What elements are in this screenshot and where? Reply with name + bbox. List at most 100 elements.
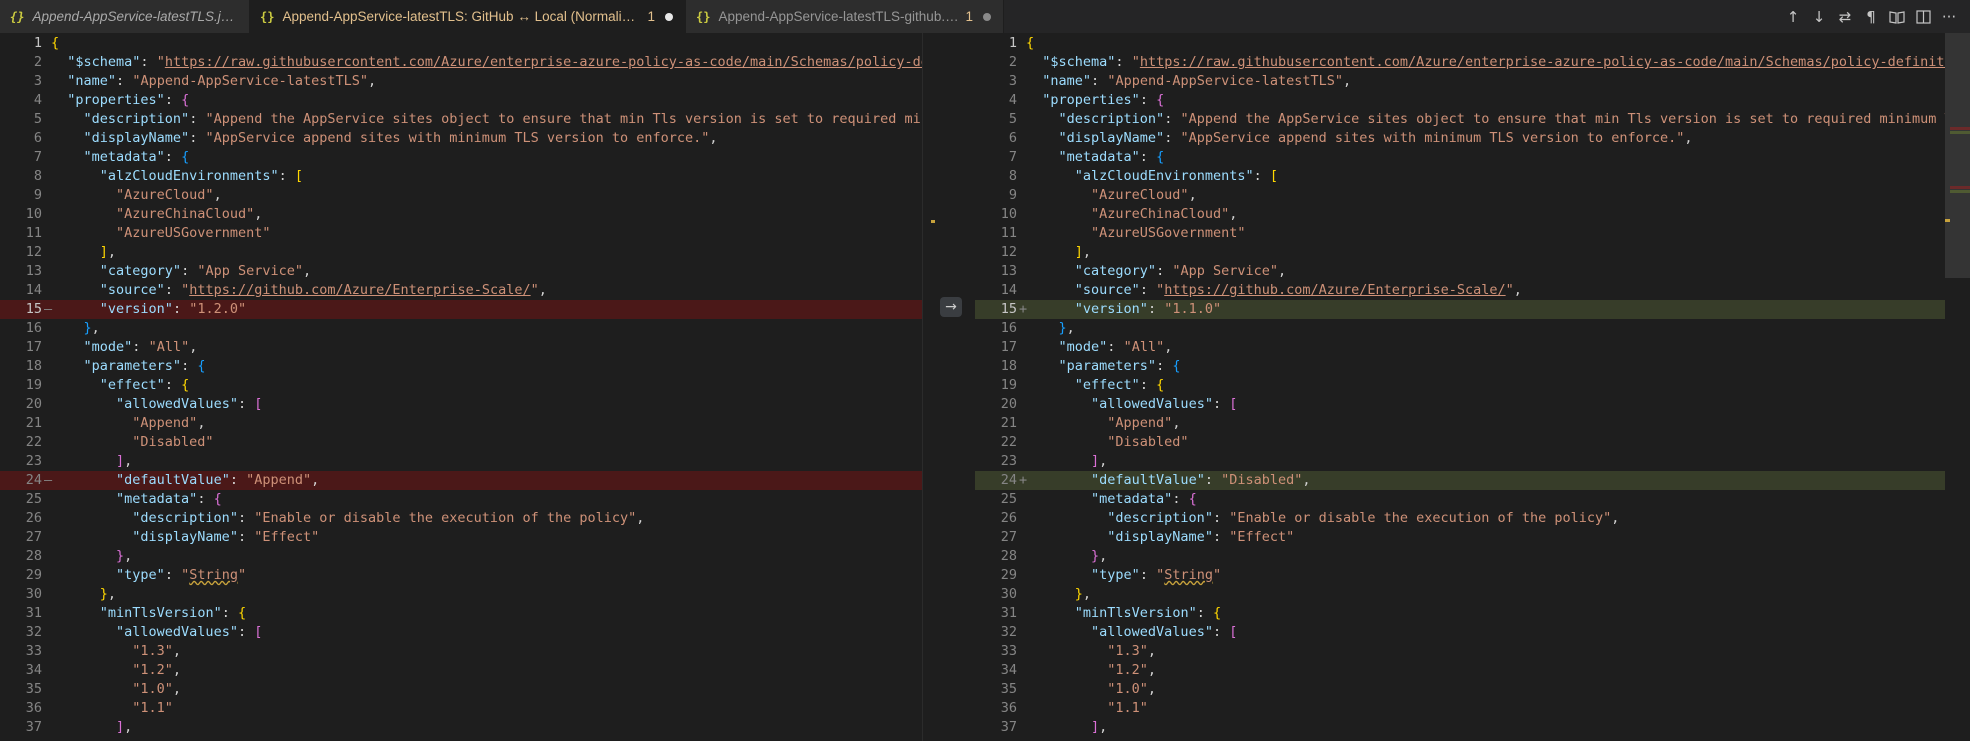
code-line[interactable]: 30 }, bbox=[975, 585, 1945, 604]
code-line[interactable]: 4 "properties": { bbox=[0, 91, 945, 110]
code-line[interactable]: 15 + "version": "1.1.0" bbox=[975, 300, 1945, 319]
code-line[interactable]: 20 "allowedValues": [ bbox=[975, 395, 1945, 414]
code-line[interactable]: 18 "parameters": { bbox=[975, 357, 1945, 376]
toggle-whitespace-icon[interactable]: ¶ bbox=[1858, 0, 1884, 33]
code-line[interactable]: 25 "metadata": { bbox=[975, 490, 1945, 509]
code-line[interactable]: 30 }, bbox=[0, 585, 945, 604]
tab-local-file[interactable]: {} Append-AppService-latestTLS.json bbox=[0, 0, 250, 33]
code-line[interactable]: 9 "AzureCloud", bbox=[975, 186, 1945, 205]
modified-editor-pane[interactable]: 1{2 "$schema": "https://raw.githubuserco… bbox=[975, 33, 1945, 741]
revert-change-arrow-icon[interactable]: → bbox=[940, 297, 962, 317]
code-line[interactable]: 7 "metadata": { bbox=[0, 148, 945, 167]
unsaved-dot-icon[interactable] bbox=[665, 12, 673, 21]
line-number: 9 bbox=[33, 187, 42, 203]
code-line[interactable]: 9 "AzureCloud", bbox=[0, 186, 945, 205]
line-number: 31 bbox=[25, 605, 42, 621]
code-line[interactable]: 3 "name": "Append-AppService-latestTLS", bbox=[0, 72, 945, 91]
code-line[interactable]: 32 "allowedValues": [ bbox=[975, 623, 1945, 642]
code-line[interactable]: 37 ], bbox=[975, 718, 1945, 737]
code-line[interactable]: 21 "Append", bbox=[0, 414, 945, 433]
code-line[interactable]: 21 "Append", bbox=[975, 414, 1945, 433]
code-line[interactable]: 11 "AzureUSGovernment" bbox=[0, 224, 945, 243]
more-actions-icon[interactable]: ··· bbox=[1936, 0, 1962, 33]
code-line[interactable]: 36 "1.1" bbox=[975, 699, 1945, 718]
code-line[interactable]: 8 "alzCloudEnvironments": [ bbox=[975, 167, 1945, 186]
code-line[interactable]: 35 "1.0", bbox=[0, 680, 945, 699]
code-line[interactable]: 18 "parameters": { bbox=[0, 357, 945, 376]
code-line[interactable]: 35 "1.0", bbox=[975, 680, 1945, 699]
code-line[interactable]: 4 "properties": { bbox=[975, 91, 1945, 110]
split-editor-icon[interactable] bbox=[1910, 0, 1936, 33]
next-change-icon[interactable]: ↓ bbox=[1806, 0, 1832, 33]
code-line[interactable]: 31 "minTlsVersion": { bbox=[975, 604, 1945, 623]
code-line[interactable]: 23 ], bbox=[975, 452, 1945, 471]
code-line[interactable]: 6 "displayName": "AppService append site… bbox=[975, 129, 1945, 148]
code-line[interactable]: 34 "1.2", bbox=[975, 661, 1945, 680]
code-line[interactable]: 5 "description": "Append the AppService … bbox=[0, 110, 945, 129]
code-line[interactable]: 17 "mode": "All", bbox=[0, 338, 945, 357]
line-number: 34 bbox=[1000, 662, 1017, 678]
code-line[interactable]: 26 "description": "Enable or disable the… bbox=[975, 509, 1945, 528]
code-line[interactable]: 3 "name": "Append-AppService-latestTLS", bbox=[975, 72, 1945, 91]
code-line[interactable]: 29 "type": "String" bbox=[975, 566, 1945, 585]
unsaved-dot-icon[interactable] bbox=[983, 12, 991, 21]
code-line[interactable]: 2 "$schema": "https://raw.githubusercont… bbox=[0, 53, 945, 72]
code-line[interactable]: 27 "displayName": "Effect" bbox=[975, 528, 1945, 547]
code-line[interactable]: 32 "allowedValues": [ bbox=[0, 623, 945, 642]
code-line[interactable]: 10 "AzureChinaCloud", bbox=[975, 205, 1945, 224]
code-line[interactable]: 36 "1.1" bbox=[0, 699, 945, 718]
code-line[interactable]: 28 }, bbox=[975, 547, 1945, 566]
tab-github-file[interactable]: {} Append-AppService-latestTLS-github.js… bbox=[686, 0, 1004, 33]
code-line[interactable]: 1{ bbox=[0, 34, 945, 53]
code-line[interactable]: 13 "category": "App Service", bbox=[975, 262, 1945, 281]
code-line[interactable]: 22 "Disabled" bbox=[975, 433, 1945, 452]
code-line[interactable]: 28 }, bbox=[0, 547, 945, 566]
line-number: 28 bbox=[25, 548, 42, 564]
code-line[interactable]: 22 "Disabled" bbox=[0, 433, 945, 452]
code-line[interactable]: 6 "displayName": "AppService append site… bbox=[0, 129, 945, 148]
code-line[interactable]: 10 "AzureChinaCloud", bbox=[0, 205, 945, 224]
code-line[interactable]: 7 "metadata": { bbox=[975, 148, 1945, 167]
code-line[interactable]: 17 "mode": "All", bbox=[975, 338, 1945, 357]
tab-diff-view[interactable]: {} Append-AppService-latestTLS: GitHub ↔… bbox=[250, 0, 686, 33]
previous-change-icon[interactable]: ↑ bbox=[1780, 0, 1806, 33]
code-line[interactable]: 33 "1.3", bbox=[975, 642, 1945, 661]
code-line[interactable]: 19 "effect": { bbox=[975, 376, 1945, 395]
code-text: }, bbox=[83, 320, 100, 336]
code-line[interactable]: 29 "type": "String" bbox=[0, 566, 945, 585]
code-line[interactable]: 37 ], bbox=[0, 718, 945, 737]
code-line[interactable]: 13 "category": "App Service", bbox=[0, 262, 945, 281]
code-line[interactable]: 14 "source": "https://github.com/Azure/E… bbox=[0, 281, 945, 300]
code-line[interactable]: 23 ], bbox=[0, 452, 945, 471]
open-file-icon[interactable] bbox=[1884, 0, 1910, 33]
line-number: 21 bbox=[1000, 415, 1017, 431]
code-line[interactable]: 2 "$schema": "https://raw.githubusercont… bbox=[975, 53, 1945, 72]
code-line[interactable]: 11 "AzureUSGovernment" bbox=[975, 224, 1945, 243]
code-line[interactable]: 12 ], bbox=[0, 243, 945, 262]
code-line[interactable]: 24 + "defaultValue": "Disabled", bbox=[975, 471, 1945, 490]
code-line[interactable]: 34 "1.2", bbox=[0, 661, 945, 680]
left-overview-ruler[interactable] bbox=[922, 33, 937, 741]
line-number: 7 bbox=[33, 149, 42, 165]
code-line[interactable]: 1{ bbox=[975, 34, 1945, 53]
code-line[interactable]: 16 }, bbox=[0, 319, 945, 338]
line-number: 29 bbox=[1000, 567, 1017, 583]
code-line[interactable]: 26 "description": "Enable or disable the… bbox=[0, 509, 945, 528]
code-line[interactable]: 15— "version": "1.2.0" bbox=[0, 300, 945, 319]
code-line[interactable]: 24— "defaultValue": "Append", bbox=[0, 471, 945, 490]
line-number: 6 bbox=[1008, 130, 1017, 146]
code-line[interactable]: 27 "displayName": "Effect" bbox=[0, 528, 945, 547]
code-line[interactable]: 5 "description": "Append the AppService … bbox=[975, 110, 1945, 129]
code-line[interactable]: 20 "allowedValues": [ bbox=[0, 395, 945, 414]
code-line[interactable]: 8 "alzCloudEnvironments": [ bbox=[0, 167, 945, 186]
original-editor-pane[interactable]: 1{2 "$schema": "https://raw.githubuserco… bbox=[0, 33, 945, 741]
code-line[interactable]: 16 }, bbox=[975, 319, 1945, 338]
code-line[interactable]: 14 "source": "https://github.com/Azure/E… bbox=[975, 281, 1945, 300]
code-line[interactable]: 19 "effect": { bbox=[0, 376, 945, 395]
code-line[interactable]: 12 ], bbox=[975, 243, 1945, 262]
swap-sides-icon[interactable]: ⇄ bbox=[1832, 0, 1858, 33]
code-line[interactable]: 31 "minTlsVersion": { bbox=[0, 604, 945, 623]
code-line[interactable]: 33 "1.3", bbox=[0, 642, 945, 661]
scrollbar-thumb[interactable] bbox=[1945, 33, 1970, 278]
code-line[interactable]: 25 "metadata": { bbox=[0, 490, 945, 509]
